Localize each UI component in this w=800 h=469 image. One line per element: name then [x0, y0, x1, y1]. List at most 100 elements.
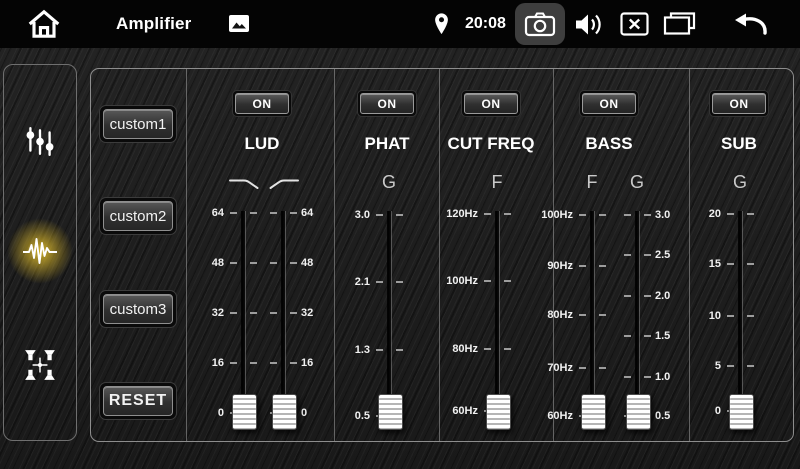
- bass-fader-thumb[interactable]: [626, 394, 651, 430]
- sound-wave-icon: [21, 235, 59, 267]
- custom2-button[interactable]: custom2: [99, 197, 177, 235]
- tick-label: 100Hz: [527, 209, 573, 221]
- equalizer-sliders-icon: [24, 125, 56, 157]
- reset-button[interactable]: RESET: [99, 382, 177, 420]
- back-arrow-icon: [730, 11, 770, 37]
- recent-apps-button[interactable]: [663, 11, 696, 37]
- tick-label: 60Hz: [527, 410, 573, 422]
- cutfreq-band-label: F: [477, 172, 517, 192]
- column-divider: [186, 69, 187, 441]
- bass-on-button[interactable]: ON: [579, 90, 639, 117]
- column-divider: [439, 69, 440, 441]
- lud-fader-thumb[interactable]: [232, 394, 257, 430]
- tick-label: 0.5: [324, 410, 370, 422]
- on-button-label: ON: [360, 93, 414, 114]
- on-button-label: ON: [582, 93, 636, 114]
- tick-mark: [230, 212, 237, 214]
- bass-title: BASS: [539, 133, 679, 155]
- custom3-button[interactable]: custom3: [99, 290, 177, 328]
- close-app-button[interactable]: [620, 12, 649, 36]
- tick-mark: [747, 213, 754, 215]
- tick-mark: [599, 367, 606, 369]
- amplifier-panel: custom1 custom2 custom3 RESET ONLUD64483…: [90, 68, 794, 442]
- sidebar-item-equalizer[interactable]: [16, 117, 64, 165]
- tick-mark: [579, 314, 586, 316]
- lud-on-button[interactable]: ON: [232, 90, 292, 117]
- lud-fader-thumb[interactable]: [272, 394, 297, 430]
- clock: 20:08: [465, 15, 506, 33]
- tick-label: 90Hz: [527, 260, 573, 272]
- page-title: Amplifier: [116, 14, 191, 34]
- sidebar-item-speaker-balance[interactable]: [16, 341, 64, 389]
- volume-button[interactable]: [574, 11, 605, 38]
- phat-on-button[interactable]: ON: [357, 90, 417, 117]
- tick-mark: [396, 281, 403, 283]
- tick-mark: [230, 262, 237, 264]
- status-bar: Amplifier 20:08: [0, 0, 800, 48]
- cutfreq-fader-thumb[interactable]: [486, 394, 511, 430]
- lud-title: LUD: [192, 133, 332, 155]
- tick-label: 32: [178, 307, 224, 319]
- tick-mark: [270, 262, 277, 264]
- tick-mark: [504, 213, 511, 215]
- tick-mark: [644, 335, 651, 337]
- bass-band-label: G: [617, 172, 657, 192]
- tick-mark: [250, 212, 257, 214]
- tick-mark: [484, 348, 491, 350]
- tick-mark: [270, 312, 277, 314]
- tick-label: 48: [301, 257, 347, 269]
- tick-mark: [624, 214, 631, 216]
- tick-mark: [727, 315, 734, 317]
- tick-label: 5: [675, 360, 721, 372]
- recent-apps-icon: [663, 11, 696, 37]
- gallery-button[interactable]: [228, 14, 250, 33]
- close-box-icon: [620, 12, 649, 36]
- tick-mark: [290, 262, 297, 264]
- tick-mark: [484, 280, 491, 282]
- tick-label: 48: [178, 257, 224, 269]
- cutfreq-on-button[interactable]: ON: [461, 90, 521, 117]
- column-divider: [334, 69, 335, 441]
- tick-label: 15: [675, 258, 721, 270]
- tick-label: 16: [178, 357, 224, 369]
- column-divider: [553, 69, 554, 441]
- custom1-label: custom1: [103, 109, 173, 139]
- back-button[interactable]: [730, 11, 770, 37]
- tick-mark: [599, 214, 606, 216]
- screenshot-button[interactable]: [515, 3, 565, 45]
- custom1-button[interactable]: custom1: [99, 105, 177, 143]
- tick-mark: [727, 365, 734, 367]
- on-button-label: ON: [235, 93, 289, 114]
- tick-label: 0: [675, 405, 721, 417]
- camera-icon: [524, 11, 556, 37]
- filter-curve-down-icon: [229, 177, 259, 191]
- tick-label: 0: [178, 407, 224, 419]
- tick-mark: [250, 312, 257, 314]
- tick-mark: [376, 214, 383, 216]
- bass-fader-thumb[interactable]: [581, 394, 606, 430]
- tick-mark: [290, 212, 297, 214]
- tick-mark: [644, 214, 651, 216]
- phat-fader-thumb[interactable]: [378, 394, 403, 430]
- tick-label: 10: [675, 310, 721, 322]
- custom3-label: custom3: [103, 294, 173, 324]
- tick-label: 60Hz: [432, 405, 478, 417]
- tick-mark: [250, 362, 257, 364]
- tick-mark: [290, 312, 297, 314]
- reset-label: RESET: [103, 386, 173, 416]
- tick-mark: [230, 312, 237, 314]
- tick-mark: [747, 315, 754, 317]
- tick-mark: [579, 214, 586, 216]
- tick-mark: [579, 265, 586, 267]
- home-icon: [26, 9, 62, 39]
- tick-label: 120Hz: [432, 208, 478, 220]
- tick-mark: [624, 254, 631, 256]
- tick-label: 3.0: [324, 209, 370, 221]
- tick-label: 2.1: [324, 276, 370, 288]
- tick-mark: [290, 362, 297, 364]
- home-button[interactable]: [26, 9, 62, 39]
- sidebar-item-sound-effects[interactable]: [16, 227, 64, 275]
- tick-mark: [624, 376, 631, 378]
- sub-on-button[interactable]: ON: [709, 90, 769, 117]
- sub-fader-thumb[interactable]: [729, 394, 754, 430]
